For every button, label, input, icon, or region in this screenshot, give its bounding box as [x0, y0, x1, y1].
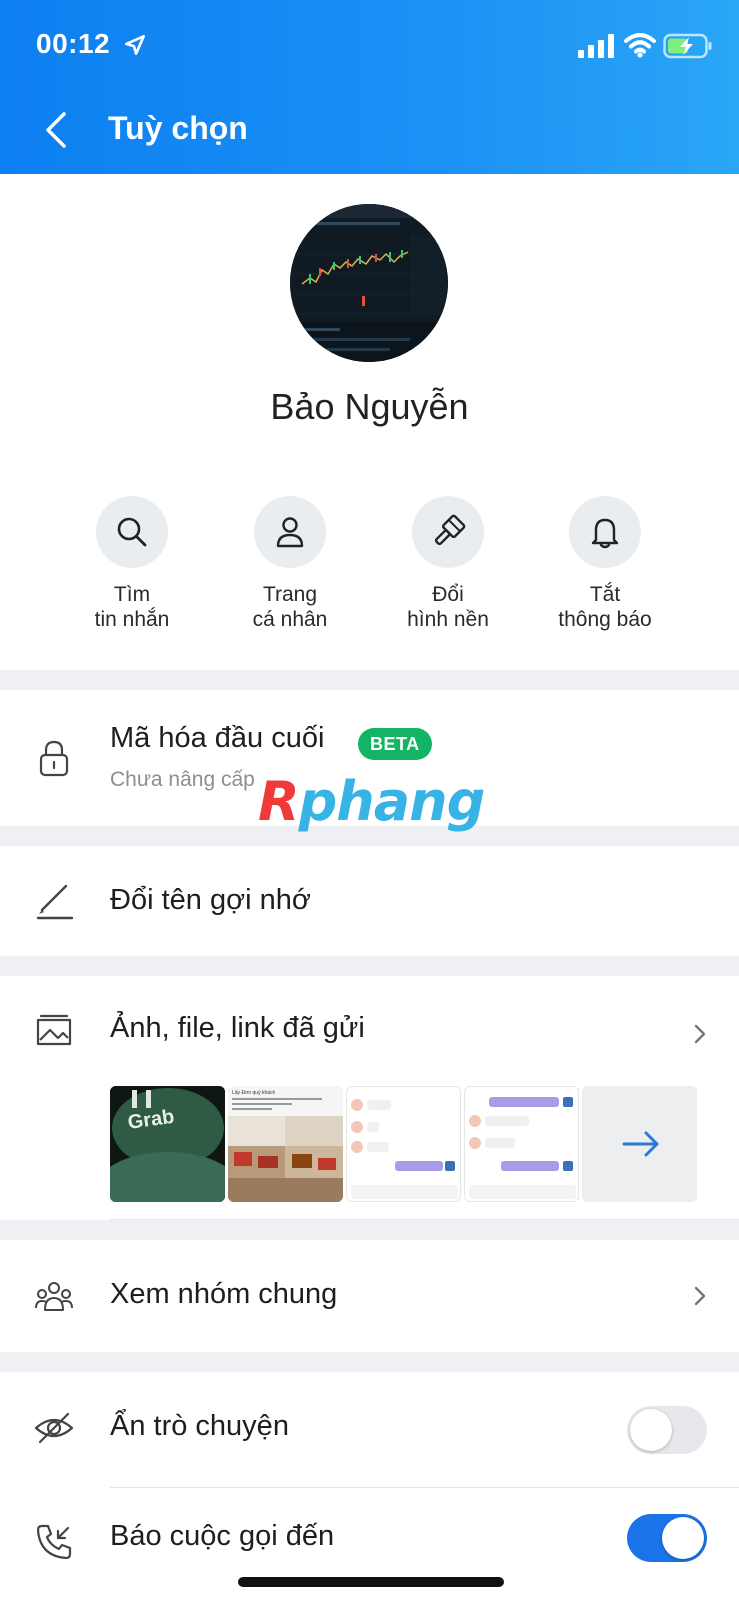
action-change-wallpaper[interactable]: Đổi hình nền: [368, 496, 528, 632]
chat-screenshot: chat screenshot: [347, 1087, 460, 1201]
person-icon: [276, 517, 304, 548]
grab-photo: Grab: [110, 1086, 225, 1202]
action-label: Đổi hình nền: [407, 583, 489, 631]
encryption-title: Mã hóa đầu cuối: [110, 722, 325, 754]
page-title: Tuỳ chọn: [108, 110, 248, 146]
toggle-knob: [630, 1409, 672, 1451]
pencil-icon: [36, 884, 74, 920]
action-label: Tắt thông báo: [558, 583, 652, 631]
action-personal-page[interactable]: Trang cá nhân: [210, 496, 370, 632]
media-thumbnails: Grab Lấy Đơn quý khách chat screenshot c…: [110, 1086, 710, 1202]
lock-icon: [39, 740, 69, 777]
rename-row[interactable]: Đổi tên gợi nhớ: [0, 846, 739, 956]
beta-badge: BETA: [358, 728, 432, 760]
incoming-call-title: Báo cuộc gọi đến: [110, 1520, 335, 1552]
media-thumb-chat-1[interactable]: chat screenshot: [346, 1086, 461, 1202]
profile-card: Bảo Nguyễn Tìm tin nhắn Trang cá nhân Đổ…: [0, 174, 739, 670]
media-more-button[interactable]: [582, 1086, 697, 1202]
status-time: 00:12: [36, 28, 111, 59]
media-title[interactable]: Ảnh, file, link đã gửi: [110, 1012, 365, 1045]
arrow-right-icon: [622, 1131, 659, 1157]
search-icon: [117, 517, 147, 547]
action-person-circle: [254, 496, 326, 568]
battery-charging-icon: [663, 33, 712, 59]
action-label: Tìm tin nhắn: [94, 583, 170, 631]
common-groups-row[interactable]: Xem nhóm chung: [0, 1240, 739, 1352]
svg-text:Lấy Đơn quý khách: Lấy Đơn quý khách: [232, 1090, 276, 1096]
toggle-knob: [662, 1517, 704, 1559]
group-icon: [35, 1282, 73, 1311]
location-arrow-icon: [125, 35, 145, 55]
encryption-subtitle: Chưa nâng cấp: [110, 768, 255, 791]
profile-name: Bảo Nguyễn: [270, 386, 469, 427]
back-chevron-icon[interactable]: [36, 108, 80, 152]
media-thumb-chat-2[interactable]: chat screenshot: [464, 1086, 579, 1202]
bell-icon: [591, 518, 619, 549]
incoming-call-icon: [36, 1524, 72, 1560]
avatar[interactable]: [290, 204, 448, 362]
hide-chat-title: Ẩn trò chuyện: [110, 1410, 289, 1442]
chat-screenshot: chat screenshot: [465, 1087, 578, 1201]
eye-slash-icon: [34, 1412, 74, 1444]
common-groups-title: Xem nhóm chung: [110, 1278, 338, 1310]
cell-signal-icon: [578, 34, 614, 58]
chevron-right-icon[interactable]: [690, 1022, 710, 1046]
media-section: Ảnh, file, link đã gửi Grab Lấy Đơn quý …: [0, 976, 739, 1220]
action-search-messages[interactable]: Tìm tin nhắn: [52, 496, 212, 632]
divider: [110, 1219, 739, 1220]
action-mute-notifications[interactable]: Tắt thông báo: [525, 496, 685, 632]
incoming-call-toggle[interactable]: [627, 1514, 707, 1562]
hide-chat-row: Ẩn trò chuyện: [0, 1372, 739, 1488]
avatar-image: [290, 204, 448, 362]
chevron-right-icon: [694, 1286, 706, 1306]
media-thumb-grab[interactable]: Grab: [110, 1086, 225, 1202]
rename-title: Đổi tên gợi nhớ: [110, 884, 311, 916]
home-indicator: [238, 1577, 504, 1587]
action-bell-circle: [569, 496, 641, 568]
action-search-circle: [96, 496, 168, 568]
watermark-logo: Rphang: [258, 770, 485, 833]
app-header: 00:12 Tuỳ chọn: [0, 0, 739, 174]
office-photo: Lấy Đơn quý khách: [228, 1086, 343, 1202]
quick-actions: Tìm tin nhắn Trang cá nhân Đổi hình nền …: [0, 496, 739, 646]
media-thumb-office[interactable]: Lấy Đơn quý khách: [228, 1086, 343, 1202]
hide-chat-toggle[interactable]: [627, 1406, 707, 1454]
action-paintbrush-circle: [412, 496, 484, 568]
wifi-icon: [624, 33, 656, 58]
paintbrush-icon: [434, 514, 466, 546]
gallery-icon: [36, 1014, 72, 1046]
action-label: Trang cá nhân: [252, 583, 328, 631]
